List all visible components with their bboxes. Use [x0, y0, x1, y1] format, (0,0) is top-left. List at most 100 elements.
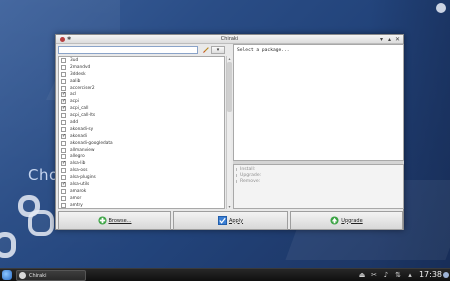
scroll-up-icon[interactable]: ▴ — [227, 56, 232, 61]
desktop-toolbox-icon[interactable] — [436, 3, 446, 13]
package-row[interactable]: akonadi-googledata — [59, 140, 224, 147]
upgrade-icon — [330, 216, 339, 225]
package-row[interactable]: 3ddesk — [59, 71, 224, 78]
package-name: alsa-lib — [70, 161, 86, 167]
clipboard-icon[interactable]: ✂ — [370, 271, 378, 279]
upgrade-label: Upgrade: — [235, 173, 262, 178]
taskbar: Chiraki ⏏ ✂ ♪ ⇅ ▴ 17:38 — [0, 268, 450, 281]
package-checkbox[interactable]: ✓ — [61, 133, 66, 139]
package-row[interactable]: aalib — [59, 78, 224, 85]
wallpaper-ring — [28, 210, 54, 236]
description-text: Select a package... — [237, 48, 290, 53]
task-label: Chiraki — [29, 272, 47, 279]
close-icon[interactable]: ✕ — [394, 36, 401, 43]
package-checkbox[interactable] — [61, 168, 66, 174]
package-checkbox[interactable]: ✓ — [61, 99, 66, 105]
scroll-down-icon[interactable]: ▾ — [227, 204, 232, 209]
package-checkbox[interactable] — [61, 57, 66, 63]
package-list-scrollbar[interactable]: ▴ ▾ — [226, 56, 232, 209]
changes-summary: Install: Upgrade: Remove: — [233, 164, 404, 209]
package-row[interactable]: 3ud — [59, 57, 224, 64]
package-name: 3ud — [70, 57, 79, 63]
package-list[interactable]: 3ud 2mandvd 3ddesk aalib accerciser2 ✓ acl ✓ acp… — [58, 56, 225, 209]
network-icon[interactable]: ⇅ — [394, 271, 402, 279]
package-row[interactable]: amor — [59, 195, 224, 202]
package-name: allegro — [70, 154, 85, 160]
package-name: allmanview — [70, 147, 95, 153]
package-name: 2mandvd — [70, 64, 91, 70]
package-row[interactable]: alsa-oss — [59, 167, 224, 174]
taskbar-item-chiraki[interactable]: Chiraki — [16, 270, 86, 281]
upgrade-button[interactable]: Upgrade — [290, 211, 403, 230]
package-checkbox[interactable] — [61, 113, 66, 119]
package-name: akonadi-googledata — [70, 140, 113, 146]
package-checkbox[interactable]: ✓ — [61, 106, 66, 112]
package-checkbox[interactable] — [61, 154, 66, 160]
package-name: alsa-utils — [70, 181, 90, 187]
clock[interactable]: 17:38 — [419, 270, 442, 279]
package-name: accerciser2 — [70, 85, 95, 91]
package-checkbox[interactable]: ✓ — [61, 181, 66, 187]
browse-button[interactable]: Browse... — [58, 211, 171, 230]
package-row[interactable]: ✓ akonadi — [59, 133, 224, 140]
package-description: Select a package... — [233, 44, 404, 161]
remove-label: Remove: — [235, 179, 261, 184]
chiraki-task-icon — [19, 272, 26, 279]
package-name: acl — [70, 92, 77, 98]
package-name: akonadi — [70, 133, 87, 139]
package-checkbox[interactable] — [61, 175, 66, 181]
package-checkbox[interactable]: ✓ — [61, 92, 66, 98]
filter-dropdown[interactable]: ▾ — [211, 46, 225, 54]
tray-expand-icon[interactable]: ▴ — [406, 271, 414, 279]
panel-toolbox-icon[interactable] — [443, 272, 449, 278]
package-row[interactable]: ✓ alsa-lib — [59, 160, 224, 167]
volume-icon[interactable]: ♪ — [382, 271, 390, 279]
package-row[interactable]: akonadi-sy — [59, 126, 224, 133]
application-launcher-icon[interactable] — [2, 270, 12, 280]
package-row[interactable]: ✓ acpi — [59, 98, 224, 105]
apply-button[interactable]: Apply — [173, 211, 288, 230]
package-row[interactable]: ✓ acpi_call — [59, 105, 224, 112]
package-row[interactable]: acpi_call-lts — [59, 112, 224, 119]
package-checkbox[interactable] — [61, 202, 66, 208]
package-row[interactable]: add — [59, 119, 224, 126]
package-checkbox[interactable] — [61, 126, 66, 132]
package-name: amtry — [70, 202, 83, 208]
install-label: Install: — [235, 167, 256, 172]
package-checkbox[interactable] — [61, 71, 66, 77]
package-checkbox[interactable] — [61, 195, 66, 201]
clear-search-icon[interactable] — [202, 46, 210, 54]
package-checkbox[interactable] — [61, 188, 66, 194]
package-checkbox[interactable] — [61, 119, 66, 125]
package-row[interactable]: alsa-plugins — [59, 174, 224, 181]
action-buttons: Browse... Apply Upgrade — [58, 211, 403, 230]
package-name: amor — [70, 195, 82, 201]
maximize-icon[interactable]: ▴ — [386, 36, 393, 43]
search-input[interactable] — [58, 46, 198, 54]
package-row[interactable]: ✓ alsa-utils — [59, 181, 224, 188]
package-name: acpi_call-lts — [70, 113, 96, 119]
package-row[interactable]: 2mandvd — [59, 64, 224, 71]
package-checkbox[interactable]: ✓ — [61, 161, 66, 167]
browse-label: Browse... — [108, 217, 132, 224]
package-row[interactable]: ✓ acl — [59, 91, 224, 98]
window-title: Chiraki — [220, 36, 239, 42]
package-row[interactable]: amtry — [59, 202, 224, 208]
package-row[interactable]: allmanview — [59, 147, 224, 154]
package-checkbox[interactable] — [61, 78, 66, 84]
wallpaper-ring — [0, 232, 16, 258]
package-checkbox[interactable] — [61, 64, 66, 70]
package-row[interactable]: allegro — [59, 153, 224, 160]
upgrade-label: Upgrade — [341, 217, 363, 224]
minimize-icon[interactable]: ▾ — [378, 36, 385, 43]
scroll-thumb[interactable] — [227, 62, 232, 112]
package-checkbox[interactable] — [61, 140, 66, 146]
titlebar[interactable]: ✱ Chiraki ▾ ▴ ✕ — [56, 35, 403, 44]
package-checkbox[interactable] — [61, 147, 66, 153]
device-notifier-icon[interactable]: ⏏ — [358, 271, 366, 279]
package-name: acpi_call — [70, 106, 89, 112]
package-row[interactable]: amarok — [59, 188, 224, 195]
package-checkbox[interactable] — [61, 85, 66, 91]
package-row[interactable]: accerciser2 — [59, 85, 224, 92]
package-name: alsa-plugins — [70, 175, 96, 181]
